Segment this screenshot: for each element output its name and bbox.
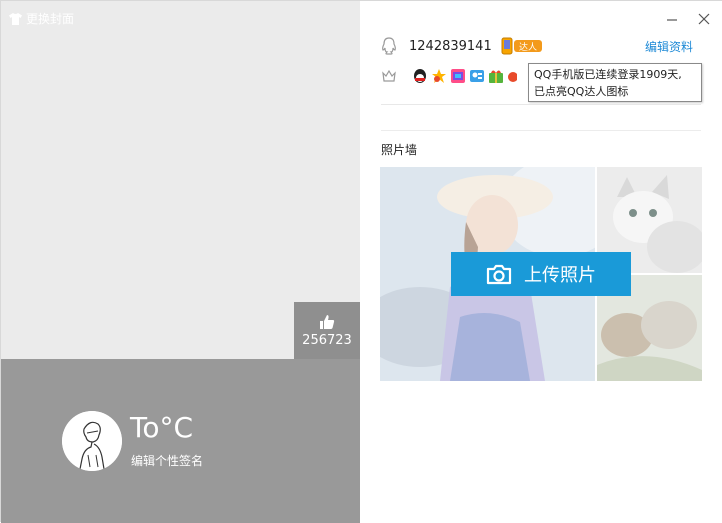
vip-level-icon — [382, 69, 396, 82]
profile-card-icon[interactable] — [469, 68, 485, 84]
cover-panel: 更换封面 256723 To°C 编辑个性签名 — [1, 1, 360, 523]
close-icon[interactable] — [698, 13, 710, 25]
qq-show-icon[interactable] — [412, 68, 428, 84]
star-icon[interactable] — [431, 68, 447, 84]
vip-icon-row — [381, 68, 517, 84]
minimize-icon[interactable] — [666, 13, 678, 25]
game-icon[interactable] — [507, 68, 517, 84]
tooltip-line2: 已点亮QQ达人图标 — [534, 85, 629, 98]
change-cover-label: 更换封面 — [26, 12, 75, 26]
edit-profile-link[interactable]: 编辑资料 — [645, 38, 693, 55]
thumbs-up-icon — [320, 314, 335, 329]
like-button[interactable]: 256723 — [294, 302, 360, 359]
upload-photo-label: 上传照片 — [524, 265, 596, 286]
daren-phone-icon — [501, 37, 513, 55]
daren-tooltip: QQ手机版已连续登录1909天, 已点亮QQ达人图标 — [528, 63, 702, 102]
like-count: 256723 — [302, 332, 352, 348]
tooltip-line1: QQ手机版已连续登录1909天, — [534, 68, 682, 81]
nickname: To°C — [130, 411, 194, 444]
daren-ribbon: 达人 — [513, 40, 542, 53]
divider — [381, 104, 701, 105]
shirt-icon — [9, 12, 22, 25]
qq-daren-badge[interactable]: 达人 — [500, 37, 542, 55]
profile-window: 更换封面 256723 To°C 编辑个性签名 1242839141 达人 编辑… — [0, 0, 722, 523]
photo-wall: 上传照片 — [380, 167, 702, 381]
avatar[interactable] — [62, 411, 122, 471]
signature-field[interactable]: 编辑个性签名 — [131, 452, 203, 469]
camera-icon — [486, 264, 512, 285]
qq-number: 1242839141 — [409, 38, 492, 54]
avatar-sketch — [62, 411, 122, 471]
photo-wall-title: 照片墙 — [381, 143, 418, 157]
gift-icon[interactable] — [488, 68, 504, 84]
change-cover-button[interactable]: 更换封面 — [9, 10, 74, 27]
qq-number-row: 1242839141 达人 — [381, 37, 542, 55]
upload-photo-button[interactable]: 上传照片 — [451, 252, 631, 296]
qzone-icon[interactable] — [450, 68, 466, 84]
qq-penguin-icon — [382, 37, 396, 55]
divider — [381, 130, 701, 131]
daren-label: 达人 — [519, 41, 537, 53]
